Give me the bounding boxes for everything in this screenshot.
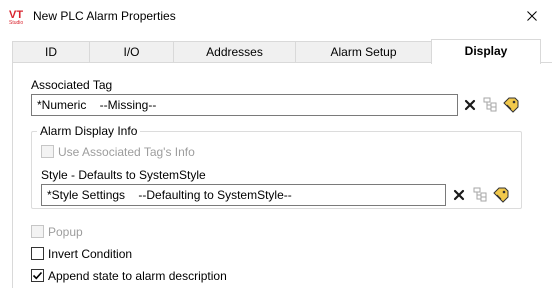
- clear-style-button[interactable]: [449, 185, 469, 205]
- select-tag-button[interactable]: [501, 95, 521, 115]
- alarm-display-info-legend: Alarm Display Info: [37, 124, 141, 138]
- tag-tree-icon: [473, 187, 487, 202]
- use-associated-tag-checkbox: [41, 145, 54, 158]
- style-label: Style - Defaults to SystemStyle: [41, 168, 206, 182]
- title-bar: VT Studio New PLC Alarm Properties: [0, 0, 552, 31]
- tab-addresses[interactable]: Addresses: [173, 41, 296, 63]
- popup-checkbox: [31, 225, 44, 238]
- invert-condition-label[interactable]: Invert Condition: [48, 247, 132, 261]
- close-button[interactable]: [512, 0, 552, 31]
- tab-id[interactable]: ID: [12, 41, 90, 63]
- popup-label: Popup: [48, 225, 83, 239]
- append-state-checkbox[interactable]: [31, 269, 44, 282]
- browse-style-button: [470, 185, 490, 205]
- tag-tree-icon: [483, 97, 497, 112]
- clear-tag-button[interactable]: [460, 95, 480, 115]
- svg-text:Studio: Studio: [9, 20, 23, 25]
- tab-io[interactable]: I/O: [89, 41, 174, 63]
- tab-display[interactable]: Display: [431, 39, 541, 64]
- browse-tag-button: [480, 95, 500, 115]
- associated-tag-label: Associated Tag: [31, 78, 113, 92]
- invert-condition-checkbox[interactable]: [31, 247, 44, 260]
- select-style-button[interactable]: [491, 185, 511, 205]
- use-associated-tag-label: Use Associated Tag's Info: [58, 145, 195, 159]
- window-title: New PLC Alarm Properties: [33, 9, 176, 23]
- tag-select-icon: [503, 97, 519, 113]
- clear-icon: [453, 189, 465, 201]
- associated-tag-field[interactable]: *Numeric --Missing--: [31, 94, 458, 116]
- tag-select-icon: [493, 187, 509, 203]
- checkmark-icon: [32, 271, 43, 280]
- style-field[interactable]: *Style Settings --Defaulting to SystemSt…: [41, 184, 446, 206]
- tab-strip: ID I/O Addresses Alarm Setup Display: [0, 39, 552, 64]
- close-icon: [527, 10, 537, 21]
- clear-icon: [464, 99, 476, 111]
- tab-alarm-setup[interactable]: Alarm Setup: [295, 41, 432, 63]
- app-logo-icon: VT Studio: [9, 7, 27, 26]
- append-state-label[interactable]: Append state to alarm description: [48, 269, 227, 283]
